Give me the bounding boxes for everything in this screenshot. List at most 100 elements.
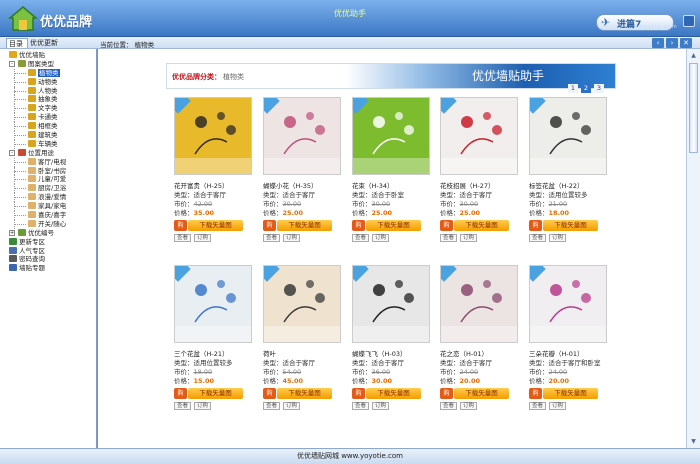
tree-item[interactable]: 密码查询 [0,255,96,264]
minimize-button[interactable] [683,15,695,27]
order-button[interactable]: 订购 [194,402,212,410]
download-vector-button[interactable]: 下载矢量图 [366,220,421,231]
product-name[interactable]: 花束（H-34） [352,182,430,191]
tree-item[interactable]: 客厅/电视 [0,157,96,167]
view-button[interactable]: 查看 [440,402,458,410]
view-button[interactable]: 查看 [263,234,281,242]
cart-icon[interactable]: 购 [352,388,365,399]
tree-item[interactable]: 抽象类 [0,95,96,105]
cart-icon[interactable]: 购 [352,220,365,231]
product-image[interactable] [529,265,607,343]
cart-icon[interactable]: 购 [440,388,453,399]
scroll-up-icon[interactable]: ▲ [689,51,698,60]
download-vector-button[interactable]: 下载矢量图 [277,220,332,231]
forward-button[interactable]: › [666,38,678,48]
product-name[interactable]: 三个花盆（H-21） [174,350,252,359]
cart-icon[interactable]: 购 [174,388,187,399]
order-button[interactable]: 订购 [460,234,478,242]
tree-item[interactable]: 优优墙贴 [0,51,96,60]
tree-item[interactable]: 厨房/卫浴 [0,184,96,194]
product-name[interactable]: 荷叶 [263,350,341,359]
order-button[interactable]: 订购 [372,234,390,242]
download-vector-button[interactable]: 下载矢量图 [543,220,598,231]
download-vector-button[interactable]: 下载矢量图 [366,388,421,399]
wall-decal-illustration [264,112,340,174]
order-button[interactable]: 订购 [460,402,478,410]
back-button[interactable]: ‹ [652,38,664,48]
product-name[interactable]: 三朵花瓣（H-01） [529,350,607,359]
view-button[interactable]: 查看 [529,402,547,410]
product-name[interactable]: 花开富贵（H-25） [174,182,252,191]
view-button[interactable]: 查看 [263,402,281,410]
product-name[interactable]: 蝴蝶小花（H-35） [263,182,341,191]
product-image[interactable] [263,265,341,343]
product-name[interactable]: 花之恋（H-01） [440,350,518,359]
order-button[interactable]: 订购 [549,234,567,242]
expand-toggle-icon[interactable]: + [9,229,15,236]
tree-item[interactable]: 动物类 [0,77,96,87]
page-1-button[interactable]: 1 [568,84,578,93]
view-button[interactable]: 查看 [174,402,192,410]
product-image[interactable] [174,97,252,175]
vertical-scrollbar[interactable]: ▲ ▼ [686,49,700,448]
tree-item[interactable]: - 位置用途 [0,148,96,158]
product-image[interactable] [263,97,341,175]
product-image[interactable] [352,97,430,175]
type-label: 类型： [352,191,372,199]
cart-icon[interactable]: 购 [263,220,276,231]
cart-icon[interactable]: 购 [263,388,276,399]
tab-updates[interactable]: 优优更新 [30,38,58,48]
view-button[interactable]: 查看 [529,234,547,242]
product-image[interactable] [529,97,607,175]
product-image[interactable] [440,265,518,343]
page-2-button[interactable]: 2 [581,84,591,93]
product-image[interactable] [174,265,252,343]
cart-icon[interactable]: 购 [440,220,453,231]
view-button[interactable]: 查看 [352,402,370,410]
tree-item[interactable]: 建筑类 [0,131,96,140]
view-button[interactable]: 查看 [352,234,370,242]
close-button[interactable]: ✕ [680,38,692,48]
tree-item[interactable]: + 优优编号 [0,228,96,238]
product-image[interactable] [440,97,518,175]
tree-item[interactable]: 人气专区 [0,246,96,256]
product-image[interactable] [352,265,430,343]
order-button[interactable]: 订购 [549,402,567,410]
scroll-thumb[interactable] [689,63,698,153]
product-name[interactable]: 蝴蝶飞飞（H-03） [352,350,430,359]
tree-item[interactable]: 相框类 [0,122,96,131]
download-vector-button[interactable]: 下载矢量图 [277,388,332,399]
product-name[interactable]: 标签花盆（H-22） [529,182,607,191]
order-button[interactable]: 订购 [194,234,212,242]
download-vector-button[interactable]: 下载矢量图 [454,388,509,399]
download-vector-button[interactable]: 下载矢量图 [454,220,509,231]
order-button[interactable]: 订购 [372,402,390,410]
order-button[interactable]: 订购 [283,402,301,410]
download-vector-button[interactable]: 下载矢量图 [188,220,243,231]
expand-toggle-icon[interactable]: - [9,60,15,67]
scroll-down-icon[interactable]: ▼ [689,437,698,446]
cart-icon[interactable]: 购 [529,220,542,231]
download-vector-button[interactable]: 下载矢量图 [543,388,598,399]
tree-item[interactable]: 喜庆/喜字 [0,211,96,220]
tab-catalog[interactable]: 目录 [6,38,28,48]
tree-item[interactable]: 更新专区 [0,237,96,247]
tree-item[interactable]: 文字类 [0,104,96,114]
download-vector-button[interactable]: 下载矢量图 [188,388,243,399]
view-button[interactable]: 查看 [440,234,458,242]
cart-icon[interactable]: 购 [174,220,187,231]
tree-item[interactable]: - 图案类型 [0,59,96,69]
expand-toggle-icon[interactable]: - [9,149,15,156]
order-button[interactable]: 订购 [283,234,301,242]
tree-item[interactable]: 浪漫/爱情 [0,193,96,203]
page-3-button[interactable]: 3 [594,84,604,93]
cart-icon[interactable]: 购 [529,388,542,399]
product-name[interactable]: 花枝招展（H-27） [440,182,518,191]
tree-item[interactable]: 开关/随心 [0,219,96,229]
tree-item[interactable]: 家具/家电 [0,202,96,211]
tree-item[interactable]: 车辆类 [0,139,96,149]
tree-item[interactable]: 植物类 [0,68,96,78]
tree-item[interactable]: 墙贴专题 [0,264,96,273]
view-button[interactable]: 查看 [174,234,192,242]
tree-item[interactable]: 卡通类 [0,113,96,123]
